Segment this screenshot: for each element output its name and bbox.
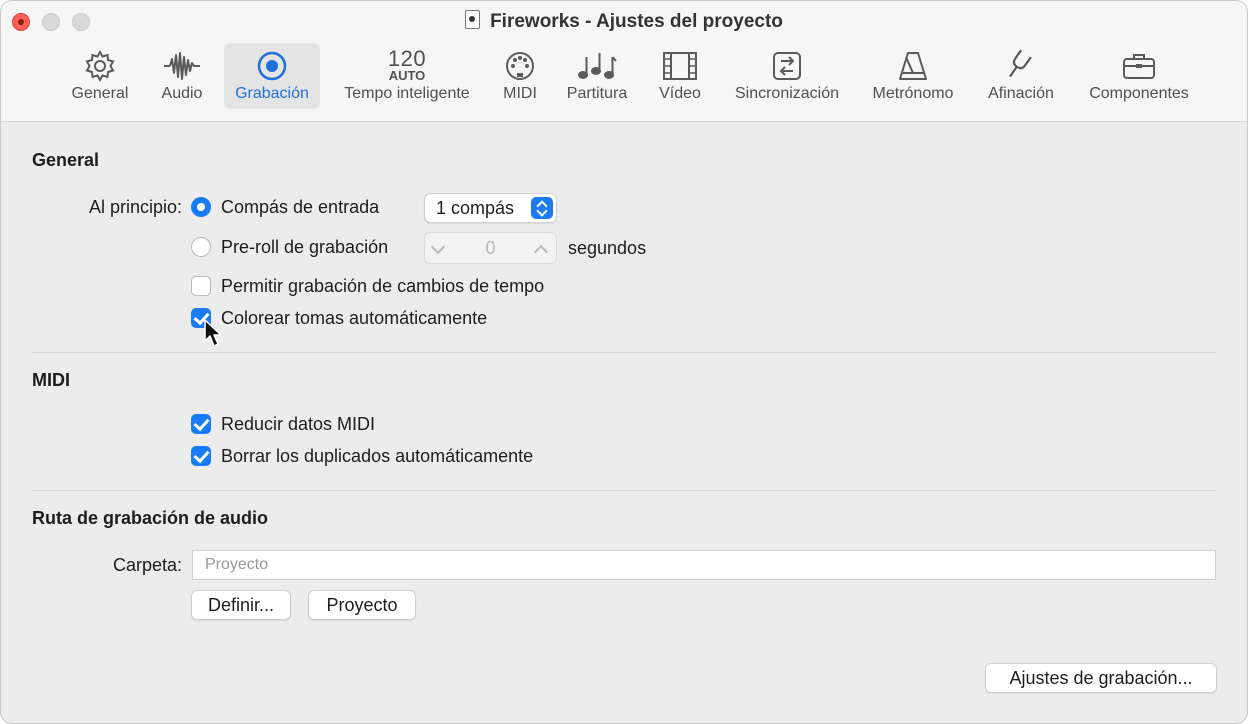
tab-metronome[interactable]: Metrónomo — [863, 43, 963, 109]
tab-components[interactable]: Componentes — [1081, 43, 1197, 109]
count-in-label: Compás de entrada — [221, 197, 380, 217]
section-divider — [32, 352, 1216, 353]
reduce-midi-label: Reducir datos MIDI — [221, 414, 376, 434]
tab-score[interactable]: Partitura — [559, 43, 635, 109]
chevron-updown-icon — [531, 197, 553, 219]
tab-recording[interactable]: Grabación — [224, 43, 320, 109]
folder-field[interactable] — [192, 550, 1216, 580]
titlebar: Fireworks - Ajustes del proyecto General — [1, 1, 1247, 122]
tab-sync[interactable]: Sincronización — [725, 43, 849, 109]
section-divider — [32, 490, 1216, 491]
tempo-icon: 120 AUTO — [334, 46, 480, 83]
mouse-pointer-icon — [204, 319, 222, 347]
tab-smart-tempo-label: Tempo inteligente — [344, 85, 470, 102]
tempo-auto: AUTO — [388, 68, 426, 83]
allow-tempo-label: Permitir grabación de cambios de tempo — [221, 276, 545, 296]
remove-duplicates-checkbox[interactable] — [191, 446, 211, 466]
preroll-label: Pre-roll de grabación — [221, 237, 389, 257]
film-icon — [651, 49, 709, 83]
allow-tempo-checkbox[interactable] — [191, 276, 211, 296]
tab-sync-label: Sincronización — [734, 85, 840, 102]
count-in-radio[interactable] — [191, 197, 211, 217]
tab-metronome-label: Metrónomo — [872, 85, 954, 102]
tab-smart-tempo[interactable]: 120 AUTO Tempo inteligente — [334, 43, 480, 109]
window-title: Fireworks - Ajustes del proyecto — [1, 10, 1247, 33]
recording-settings-button[interactable]: Ajustes de grabación... — [985, 663, 1217, 693]
color-takes-label: Colorear tomas automáticamente — [221, 308, 488, 328]
tab-audio[interactable]: Audio — [151, 43, 213, 109]
gear-icon — [61, 49, 139, 83]
preroll-radio[interactable] — [191, 237, 211, 257]
tab-general-label: General — [71, 85, 129, 102]
tab-midi[interactable]: MIDI — [495, 43, 545, 109]
briefcase-icon — [1081, 49, 1197, 83]
tab-recording-label: Grabación — [235, 85, 309, 102]
tab-video-label: Vídeo — [659, 85, 701, 102]
midi-port-icon — [495, 49, 545, 83]
define-button[interactable]: Definir... — [191, 590, 291, 620]
midi-heading: MIDI — [32, 370, 70, 390]
audio-path-heading: Ruta de grabación de audio — [32, 508, 269, 528]
tab-score-label: Partitura — [566, 85, 628, 102]
music-notes-icon — [559, 49, 635, 83]
tempo-number: 120 — [387, 46, 427, 71]
general-heading: General — [32, 150, 100, 170]
tuning-fork-icon — [979, 49, 1063, 83]
waveform-icon — [151, 49, 213, 83]
window-title-text: Fireworks - Ajustes del proyecto — [490, 11, 783, 32]
project-button[interactable]: Proyecto — [308, 590, 416, 620]
remove-duplicates-label: Borrar los duplicados automáticamente — [221, 446, 534, 466]
tab-tuning-label: Afinación — [988, 85, 1054, 102]
reduce-midi-checkbox[interactable] — [191, 414, 211, 434]
tab-components-label: Componentes — [1089, 85, 1189, 102]
folder-input[interactable] — [203, 555, 1197, 575]
recording-settings-panel: General Al principio: Compás de entrada … — [1, 122, 1247, 723]
project-settings-window: Fireworks - Ajustes del proyecto General — [0, 0, 1248, 724]
preroll-unit: segundos — [568, 238, 647, 258]
tab-audio-label: Audio — [161, 85, 203, 102]
count-in-popup[interactable]: 1 compás — [424, 193, 557, 223]
document-icon — [465, 10, 481, 29]
metronome-icon — [863, 49, 963, 83]
start-label: Al principio: — [88, 197, 182, 217]
tab-general[interactable]: General — [61, 43, 139, 109]
sync-icon — [725, 49, 849, 83]
tab-midi-label: MIDI — [503, 85, 537, 102]
record-icon — [224, 49, 320, 83]
tab-video[interactable]: Vídeo — [651, 43, 709, 109]
count-in-value: 1 compás — [436, 198, 515, 218]
preroll-stepper[interactable]: 0 — [424, 232, 557, 264]
tab-tuning[interactable]: Afinación — [979, 43, 1063, 109]
folder-label: Carpeta: — [112, 555, 182, 575]
